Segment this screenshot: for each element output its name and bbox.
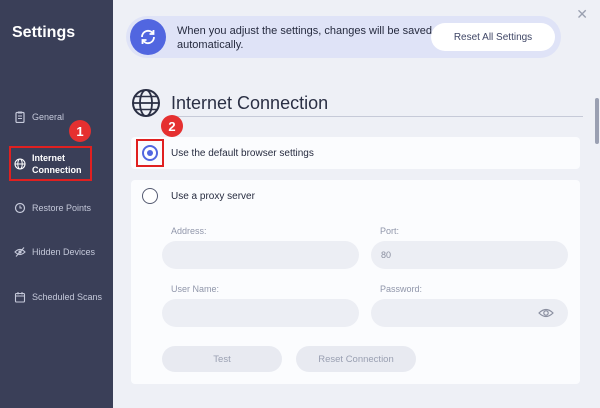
sidebar-title: Settings <box>12 24 76 41</box>
password-label: Password: <box>380 284 423 294</box>
eye-off-icon <box>14 247 26 257</box>
sidebar-item-label: Hidden Devices <box>32 247 96 257</box>
sync-icon <box>130 19 166 55</box>
reset-connection-button[interactable]: Reset Connection <box>296 346 416 372</box>
scrollbar[interactable] <box>595 98 599 144</box>
username-label: User Name: <box>171 284 220 294</box>
eye-icon[interactable] <box>538 307 554 319</box>
calendar-icon <box>14 292 26 303</box>
option-proxy-server: Use a proxy server Address: Port: User N… <box>131 180 580 384</box>
port-label: Port: <box>380 226 400 236</box>
banner-text: When you adjust the settings, changes wi… <box>177 25 432 51</box>
autosave-banner: When you adjust the settings, changes wi… <box>126 16 561 58</box>
section-header: Internet Connection <box>131 88 583 118</box>
sidebar-item-hidden-devices[interactable]: Hidden Devices <box>14 246 95 258</box>
default-browser-label: Use the default browser settings <box>171 148 314 159</box>
test-button[interactable]: Test <box>162 346 282 372</box>
main-panel: ✕ When you adjust the settings, changes … <box>113 0 600 408</box>
sidebar-item-scheduled-scans[interactable]: Scheduled Scans <box>14 291 102 303</box>
restore-icon <box>14 202 26 214</box>
sidebar-item-label: Scheduled Scans <box>32 292 103 302</box>
sidebar-item-restore-points[interactable]: Restore Points <box>14 202 91 214</box>
option-default-browser[interactable]: Use the default browser settings <box>131 137 580 169</box>
clipboard-icon <box>15 111 25 123</box>
sidebar-item-label: Restore Points <box>32 203 92 213</box>
proxy-server-label: Use a proxy server <box>171 191 255 202</box>
globe-icon <box>132 89 160 117</box>
proxy-server-radio[interactable] <box>142 188 158 204</box>
annotation-badge-2: 2 <box>161 115 183 137</box>
port-input[interactable] <box>371 241 568 269</box>
sidebar: Settings General Internet Connection Res… <box>0 0 113 408</box>
reset-all-settings-button[interactable]: Reset All Settings <box>431 23 555 51</box>
annotation-box-1 <box>9 146 92 181</box>
close-icon[interactable]: ✕ <box>576 6 588 23</box>
divider <box>171 116 583 117</box>
sidebar-item-label: General <box>32 112 65 122</box>
annotation-badge-1: 1 <box>69 120 91 142</box>
sidebar-item-general[interactable]: General <box>14 111 64 123</box>
page-title: Internet Connection <box>171 93 329 113</box>
annotation-box-2 <box>136 139 164 167</box>
address-label: Address: <box>171 226 207 236</box>
username-input[interactable] <box>162 299 359 327</box>
address-input[interactable] <box>162 241 359 269</box>
